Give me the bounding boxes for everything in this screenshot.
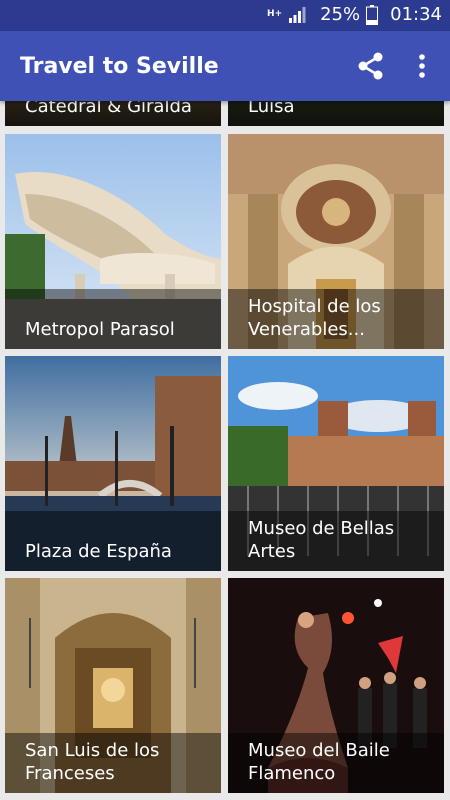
page-title: Travel to Seville xyxy=(20,54,219,79)
tile-caption: Luisa xyxy=(228,101,444,126)
battery-percent: 25% xyxy=(320,4,361,25)
tile-label: Hospital de los Venerables... xyxy=(248,296,381,340)
hplus-network-icon: H+ xyxy=(267,10,282,19)
tile-caption: Plaza de España xyxy=(5,511,221,571)
battery-icon xyxy=(366,4,379,25)
more-vertical-icon xyxy=(419,54,425,78)
tile-label: Plaza de España xyxy=(25,541,172,562)
places-grid: Catedral & Giralda Luisa Metropol Paraso… xyxy=(0,101,450,800)
place-tile-catedral[interactable]: Catedral & Giralda xyxy=(5,101,221,126)
tile-label: Catedral & Giralda xyxy=(25,101,192,117)
status-bar: H+ 25% 01:34 xyxy=(0,0,450,31)
place-tile-plaza-espana[interactable]: Plaza de España xyxy=(5,356,221,571)
tile-caption: Catedral & Giralda xyxy=(5,101,221,126)
tile-caption: San Luis de los Franceses xyxy=(5,733,221,793)
place-tile-luisa[interactable]: Luisa xyxy=(228,101,444,126)
tile-label: Museo de Bellas Artes xyxy=(248,518,395,562)
place-tile-metropol-parasol[interactable]: Metropol Parasol xyxy=(5,134,221,349)
tile-caption: Museo del Baile Flamenco xyxy=(228,733,444,793)
place-tile-museo-bellas-artes[interactable]: Museo de Bellas Artes xyxy=(228,356,444,571)
share-icon xyxy=(358,52,383,80)
network-type-label: H+ xyxy=(267,9,283,19)
more-options-button[interactable] xyxy=(410,50,434,82)
clock: 01:34 xyxy=(390,4,442,25)
place-tile-san-luis-franceses[interactable]: San Luis de los Franceses xyxy=(5,578,221,793)
place-tile-museo-baile-flamenco[interactable]: Museo del Baile Flamenco xyxy=(228,578,444,793)
tile-label: Luisa xyxy=(248,101,295,117)
app-bar: Travel to Seville xyxy=(0,31,450,101)
tile-label: San Luis de los Franceses xyxy=(25,740,160,784)
tile-caption: Metropol Parasol xyxy=(5,289,221,349)
signal-icon xyxy=(289,6,306,23)
tile-caption: Hospital de los Venerables... xyxy=(228,289,444,349)
tile-label: Museo del Baile Flamenco xyxy=(248,740,390,784)
tile-caption: Museo de Bellas Artes xyxy=(228,511,444,571)
tile-label: Metropol Parasol xyxy=(25,319,175,340)
share-button[interactable] xyxy=(354,50,386,82)
place-tile-hospital-venerables[interactable]: Hospital de los Venerables... xyxy=(228,134,444,349)
